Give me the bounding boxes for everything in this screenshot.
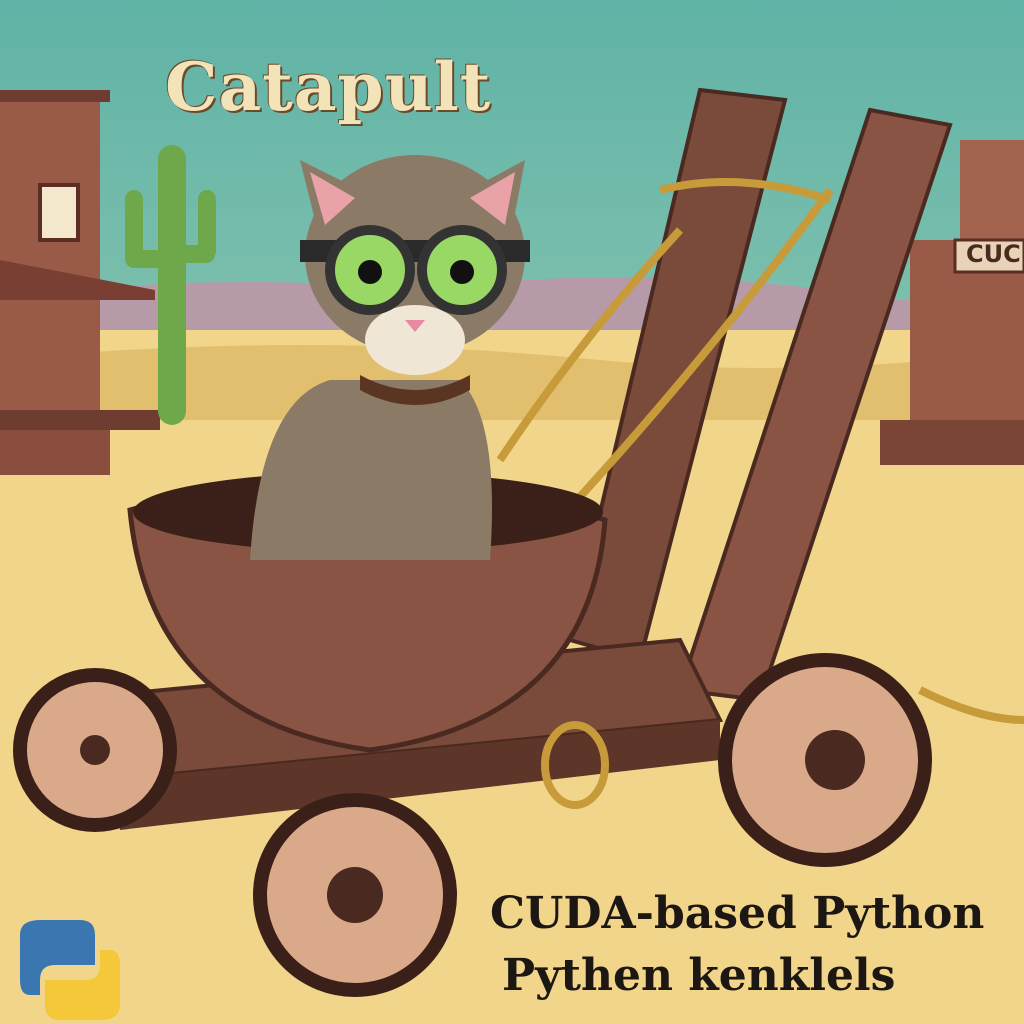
title-text: Catapult [165,48,492,126]
building-sign: CUC [966,240,1021,268]
subtitle-line-2: Pythen kenklels [502,950,896,1001]
illustration-scene [0,0,1024,1024]
subtitle-line-1: CUDA-based Python [490,888,985,939]
